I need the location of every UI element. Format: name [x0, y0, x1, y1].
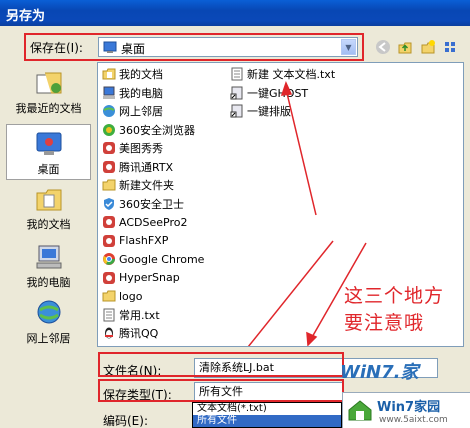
title-bar[interactable]: 另存为 — [0, 0, 470, 26]
place-label: 网上邻居 — [26, 332, 71, 345]
annotation-arrows — [247, 80, 367, 346]
my-computer-icon — [33, 242, 65, 272]
encoding-label: 编码(E): — [103, 414, 148, 428]
place-network[interactable]: 网上邻居 — [6, 298, 91, 346]
place-recent-documents[interactable]: 我最近的文档 — [6, 68, 91, 116]
places-bar: 我最近的文档 桌面 我的文档 我的电脑 网上邻居 — [6, 62, 91, 362]
highlight-save-in — [24, 33, 364, 61]
place-my-computer[interactable]: 我的电脑 — [6, 242, 91, 290]
watermark-brand: WiN7.家 — [340, 362, 419, 383]
watermark-site-name: Win7家园 — [377, 400, 441, 415]
highlight-filename — [98, 352, 344, 377]
save-as-dialog: 另存为 保存在(I): 桌面 ▼ 我最近的文档 桌面 我的文档 我的电脑 网上邻… — [0, 0, 470, 428]
save-type-dropdown[interactable]: 文本文档(*.txt) 所有文件 — [192, 402, 342, 428]
type-option[interactable]: 文本文档(*.txt) — [193, 403, 341, 415]
back-icon[interactable] — [374, 38, 392, 56]
new-folder-icon[interactable] — [419, 38, 437, 56]
view-menu-icon[interactable] — [442, 38, 460, 56]
network-places-icon — [33, 298, 65, 328]
place-label: 桌面 — [37, 163, 60, 176]
file-list[interactable]: 我的文档 我的电脑 网上邻居 360安全浏览器 美图秀秀 腾讯通RTX 新建文件夹 360安全… — [97, 62, 464, 347]
place-label: 我的电脑 — [26, 276, 71, 289]
up-folder-icon[interactable] — [396, 38, 414, 56]
watermark-url: www.5aixt.com — [379, 415, 448, 425]
house-icon — [347, 398, 373, 425]
watermark-box: Win7家园 www.5aixt.com — [342, 392, 470, 428]
highlight-save-type — [98, 379, 344, 402]
my-documents-icon — [33, 184, 65, 214]
win7-watermark-logo: WiN7.家 Win7家园 www.5aixt.com — [336, 362, 470, 428]
place-label: 我最近的文档 — [15, 102, 82, 115]
place-desktop[interactable]: 桌面 — [6, 124, 91, 180]
type-option-selected[interactable]: 所有文件 — [193, 415, 341, 427]
desktop-icon — [33, 129, 65, 159]
recent-documents-icon — [33, 68, 65, 98]
place-label: 我的文档 — [26, 218, 71, 231]
dialog-title: 另存为 — [6, 9, 46, 24]
place-my-documents[interactable]: 我的文档 — [6, 184, 91, 232]
